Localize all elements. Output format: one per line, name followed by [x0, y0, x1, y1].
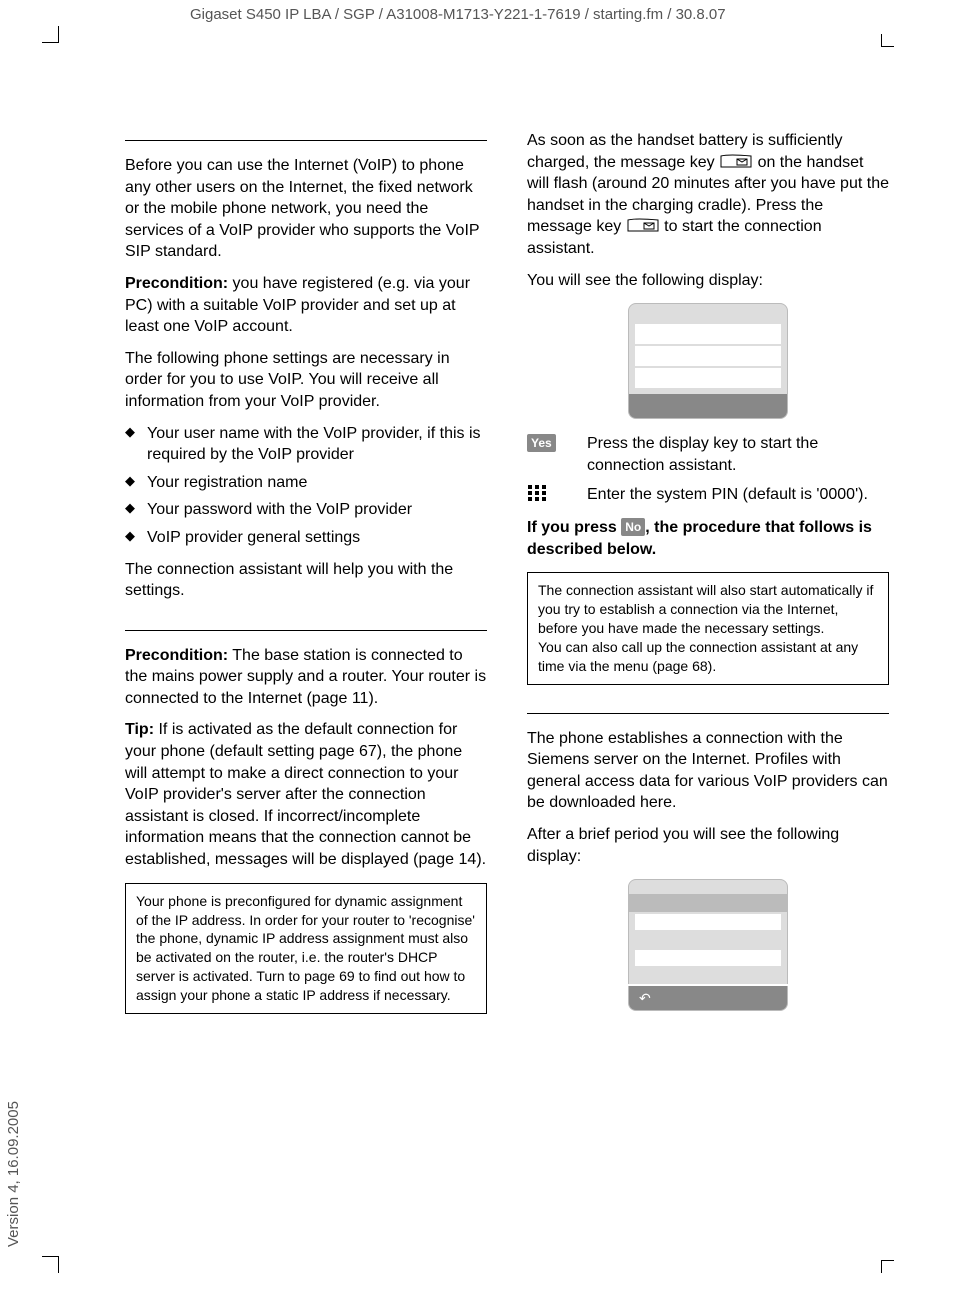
phone-screen-illustration: [628, 303, 788, 419]
paragraph: The connection assistant will help you w…: [125, 559, 487, 602]
list-item: Your user name with the VoIP provider, i…: [125, 423, 487, 466]
tip-text: If is activated as the default connectio…: [125, 721, 486, 868]
left-column: Before you can use the Internet (VoIP) t…: [125, 130, 487, 1025]
list-item: Your registration name: [125, 472, 487, 494]
yes-softkey-icon: Yes: [527, 434, 556, 452]
paragraph: The phone establishes a connection with …: [527, 728, 889, 814]
note-text: You can also call up the connection assi…: [538, 639, 858, 674]
text-fragment: If you press: [527, 519, 621, 536]
message-key-icon: [719, 154, 753, 169]
paragraph: After a brief period you will see the fo…: [527, 824, 889, 867]
definition-row: Yes Press the display key to start the c…: [527, 433, 889, 476]
definition-row: Enter the system PIN (default is '0000')…: [527, 484, 889, 509]
paragraph: Precondition: you have registered (e.g. …: [125, 273, 487, 338]
list-item: VoIP provider general settings: [125, 527, 487, 549]
paragraph: The following phone settings are necessa…: [125, 348, 487, 413]
undo-icon: ↶: [639, 989, 651, 1008]
note-box: The connection assistant will also start…: [527, 572, 889, 684]
version-label: Version 4, 16.09.2005: [5, 1101, 22, 1247]
content-columns: Before you can use the Internet (VoIP) t…: [125, 130, 889, 1025]
precondition-label: Precondition:: [125, 647, 228, 664]
paragraph: Before you can use the Internet (VoIP) t…: [125, 155, 487, 263]
crop-mark: [881, 1260, 894, 1273]
bullet-list: Your user name with the VoIP provider, i…: [125, 423, 487, 549]
definition-text: Enter the system PIN (default is '0000')…: [587, 484, 889, 506]
note-text: The connection assistant will also start…: [538, 582, 873, 636]
tip-label: Tip:: [125, 721, 154, 738]
no-softkey-icon: No: [621, 518, 645, 536]
definition-text: Press the display key to start the conne…: [587, 433, 889, 476]
right-column: As soon as the handset battery is suffic…: [527, 130, 889, 1025]
keypad-icon: [527, 489, 547, 506]
section-rule: [527, 713, 889, 714]
precondition-label: Precondition:: [125, 275, 228, 292]
paragraph: Tip: If is activated as the default conn…: [125, 719, 487, 870]
document-page: Gigaset S450 IP LBA / SGP / A31008-M1713…: [0, 0, 954, 1307]
crop-mark: [42, 26, 59, 43]
paragraph: Precondition: The base station is connec…: [125, 645, 487, 710]
section-rule: [125, 630, 487, 631]
crop-mark: [881, 34, 894, 47]
list-item: Your password with the VoIP provider: [125, 499, 487, 521]
paragraph: As soon as the handset battery is suffic…: [527, 130, 889, 260]
paragraph: If you press No, the procedure that foll…: [527, 517, 889, 560]
header-path: Gigaset S450 IP LBA / SGP / A31008-M1713…: [190, 6, 726, 23]
message-key-icon: [626, 218, 660, 233]
crop-mark: [42, 1256, 59, 1273]
phone-screen-illustration: ↶: [628, 879, 788, 1011]
note-box: Your phone is preconfigured for dynamic …: [125, 883, 487, 1014]
section-rule: [125, 140, 487, 141]
paragraph: You will see the following display:: [527, 270, 889, 292]
